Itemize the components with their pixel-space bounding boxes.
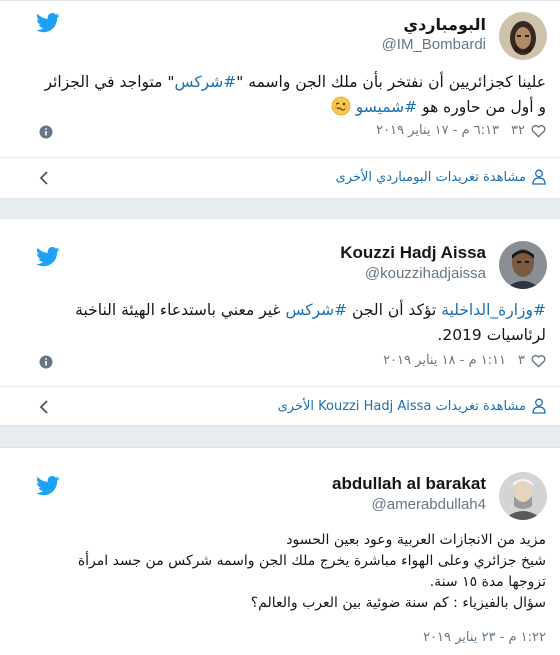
avatar[interactable] [499, 472, 547, 520]
tweet-card: البومباردي @IM_Bombardi علينا كجزائريين … [0, 0, 560, 199]
tweet-meta: ٣ ١:١١ م - ١٨ يناير ٢٠١٩ [33, 353, 546, 373]
user-handle[interactable]: @amerabdullah4 [372, 496, 486, 513]
display-name[interactable]: Kouzzi Hadj Aissa [340, 243, 486, 263]
tweet-line: شيخ جزائري وعلى الهواء مباشرة يخرج ملك ا… [77, 553, 546, 590]
tweet-text: علينا كجزائريين أن نفتخر بأن ملك الجن وا… [44, 70, 546, 120]
user-handle[interactable]: @kouzzihadjaissa [365, 265, 486, 282]
twitter-bird-icon[interactable] [36, 247, 60, 267]
like-count[interactable]: ٣ [518, 353, 525, 368]
chevron-left-icon [39, 171, 48, 185]
heart-icon[interactable] [531, 354, 546, 368]
tweet-text-part: تؤكد أن الجن [347, 301, 442, 319]
person-icon [532, 169, 546, 185]
tweet-line: مزيد من الانجازات العربية وعود بعين الحس… [286, 532, 546, 548]
more-tweets-link[interactable]: مشاهدة تغريدات البومباردي الأخرى [0, 158, 560, 198]
info-icon[interactable] [39, 355, 53, 369]
info-icon[interactable] [39, 125, 53, 139]
more-tweets-label: مشاهدة تغريدات البومباردي الأخرى [335, 169, 526, 185]
more-tweets-label: مشاهدة تغريدات Kouzzi Hadj Aissa الأخرى [277, 398, 526, 414]
twitter-bird-icon[interactable] [36, 13, 60, 33]
tweet-text-part: علينا كجزائريين أن نفتخر بأن ملك الجن وا… [236, 73, 546, 91]
tweet-text: #وزارة_الداخلية تؤكد أن الجن #شركس غير م… [44, 298, 546, 348]
more-tweets-link[interactable]: مشاهدة تغريدات Kouzzi Hadj Aissa الأخرى [0, 387, 560, 427]
person-icon [532, 398, 546, 414]
tweet-timestamp[interactable]: ١:٢٢ م - ٢٣ يناير ٢٠١٩ [423, 630, 546, 645]
hashtag-link[interactable]: #شركس [285, 301, 347, 319]
like-count[interactable]: ٣٢ [511, 123, 525, 138]
woozy-face-emoji [331, 96, 351, 116]
tweet-line: سؤال بالفيزياء : كم سنة ضوئية بين العرب … [250, 595, 546, 611]
tweet-card: Kouzzi Hadj Aissa @kouzzihadjaissa #وزار… [0, 218, 560, 426]
hashtag-link[interactable]: #شميسو [356, 98, 417, 116]
avatar[interactable] [499, 241, 547, 289]
tweet-timestamp[interactable]: ٦:١٣ م - ١٧ يناير ٢٠١٩ [376, 123, 499, 138]
heart-icon[interactable] [531, 124, 546, 138]
user-handle[interactable]: @IM_Bombardi [382, 36, 486, 53]
tweet-timestamp[interactable]: ١:١١ م - ١٨ يناير ٢٠١٩ [383, 353, 506, 368]
avatar[interactable] [499, 12, 547, 60]
twitter-bird-icon[interactable] [36, 476, 60, 496]
hashtag-link[interactable]: #شركس [175, 73, 237, 91]
tweet-text: مزيد من الانجازات العربية وعود بعين الحس… [44, 530, 546, 614]
tweet-card: abdullah al barakat @amerabdullah4 مزيد … [0, 447, 560, 655]
display-name[interactable]: البومباردي [403, 15, 486, 34]
tweet-meta: ١:٢٢ م - ٢٣ يناير ٢٠١٩ [33, 630, 546, 650]
display-name[interactable]: abdullah al barakat [332, 474, 486, 494]
chevron-left-icon [39, 400, 48, 414]
hashtag-link[interactable]: #وزارة_الداخلية [441, 301, 546, 319]
tweet-meta: ٣٢ ٦:١٣ م - ١٧ يناير ٢٠١٩ [33, 123, 546, 143]
